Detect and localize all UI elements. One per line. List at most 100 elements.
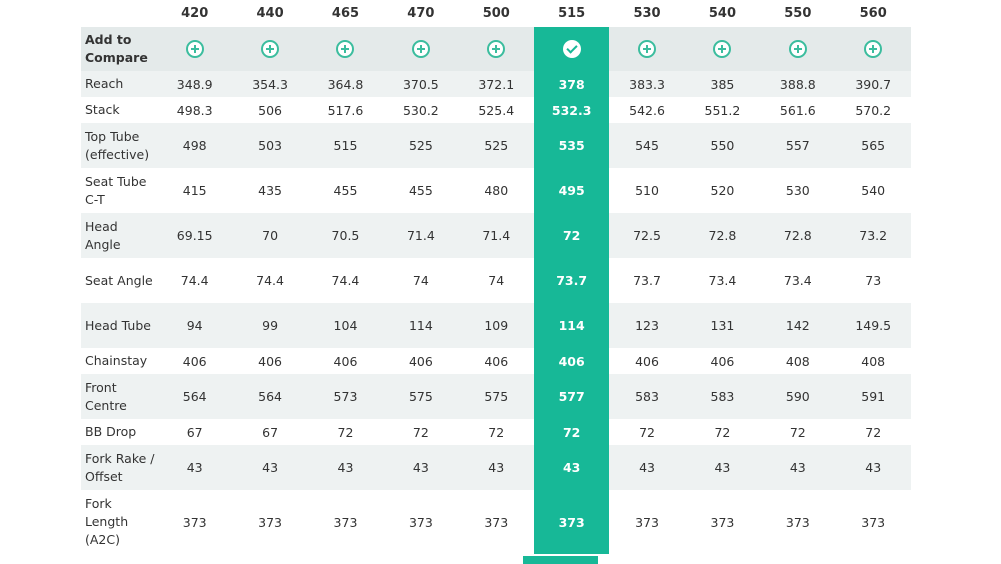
value-cell: 99: [232, 303, 308, 348]
value-cell: 71.4: [458, 213, 534, 258]
table-row: Head Tube 94 99 104 114 109 114 123 131 142 149.5: [81, 303, 911, 348]
value-cell-selected: 535: [533, 123, 610, 168]
value-cell: 570.2: [835, 97, 911, 123]
table-row: Seat Angle 74.4 74.4 74.4 74 74 73.7 73.7 73.4 73…: [81, 258, 911, 303]
value-cell: 551.2: [684, 97, 761, 123]
size-header-row: 420 440 465 470 500 515 530 540 550 560: [81, 0, 911, 27]
size-header-selected: 515: [533, 0, 610, 27]
value-cell-selected: 43: [533, 445, 610, 490]
size-header: 500: [458, 0, 534, 27]
value-cell: 43: [307, 445, 384, 490]
value-cell: 43: [684, 445, 761, 490]
value-cell: 564: [232, 374, 308, 419]
plus-circle-icon[interactable]: [864, 40, 883, 58]
value-cell: 406: [157, 348, 233, 374]
value-cell: 72: [760, 419, 836, 445]
plus-circle-icon[interactable]: [185, 40, 204, 58]
plus-circle-icon[interactable]: [487, 40, 506, 58]
value-cell: 72: [684, 419, 761, 445]
table-row: Top Tube (effective) 498 503 515 525 525 535 54…: [81, 123, 911, 168]
value-cell: 542.6: [609, 97, 685, 123]
check-circle-icon[interactable]: [562, 40, 581, 58]
value-cell-selected: 406: [533, 348, 610, 374]
row-label: Reach: [81, 71, 157, 97]
compare-cell: [760, 27, 836, 71]
row-label: Seat Tube C-T: [81, 168, 157, 213]
value-cell: 43: [760, 445, 836, 490]
value-cell: 354.3: [232, 71, 308, 97]
value-cell: 43: [157, 445, 233, 490]
value-cell: 74: [458, 258, 534, 303]
value-cell: 406: [458, 348, 534, 374]
plus-circle-icon[interactable]: [411, 40, 430, 58]
value-cell: 525: [383, 123, 459, 168]
value-cell: 406: [383, 348, 459, 374]
value-cell: 373: [157, 490, 233, 554]
compare-row: Add to Compare: [81, 27, 911, 71]
selected-column-extension: [523, 556, 598, 564]
value-cell: 545: [609, 123, 685, 168]
size-header: 465: [307, 0, 384, 27]
value-cell: 517.6: [307, 97, 384, 123]
row-label: BB Drop: [81, 419, 157, 445]
value-cell: 72.8: [684, 213, 761, 258]
value-cell: 114: [383, 303, 459, 348]
size-header: 550: [760, 0, 836, 27]
size-header: 420: [157, 0, 233, 27]
value-cell-selected: 577: [533, 374, 610, 419]
value-cell: 72: [609, 419, 685, 445]
value-cell: 575: [383, 374, 459, 419]
header-corner: [81, 0, 157, 27]
value-cell: 94: [157, 303, 233, 348]
value-cell: 408: [835, 348, 911, 374]
compare-cell: [383, 27, 459, 71]
value-cell: 74: [383, 258, 459, 303]
value-cell: 67: [232, 419, 308, 445]
table-row: Front Centre 564 564 573 575 575 577 583 583 590 5…: [81, 374, 911, 419]
value-cell: 73.4: [760, 258, 836, 303]
table-row: Stack 498.3 506 517.6 530.2 525.4 532.3 542.6 55…: [81, 97, 911, 123]
value-cell: 525.4: [458, 97, 534, 123]
row-label: Fork Length (A2C): [81, 490, 157, 554]
value-cell: 72: [383, 419, 459, 445]
compare-cell: [232, 27, 308, 71]
value-cell: 372.1: [458, 71, 534, 97]
value-cell: 73.7: [609, 258, 685, 303]
value-cell: 540: [835, 168, 911, 213]
table-row: Reach 348.9 354.3 364.8 370.5 372.1 378 383.3 38…: [81, 71, 911, 97]
value-cell: 520: [684, 168, 761, 213]
value-cell: 373: [684, 490, 761, 554]
plus-circle-icon[interactable]: [788, 40, 807, 58]
value-cell: 373: [609, 490, 685, 554]
value-cell: 72: [458, 419, 534, 445]
value-cell: 74.4: [157, 258, 233, 303]
value-cell: 406: [609, 348, 685, 374]
value-cell-selected: 114: [533, 303, 610, 348]
row-label: Stack: [81, 97, 157, 123]
value-cell: 70: [232, 213, 308, 258]
plus-circle-icon[interactable]: [261, 40, 280, 58]
compare-label: Add to Compare: [81, 27, 157, 71]
plus-circle-icon[interactable]: [713, 40, 732, 58]
size-header: 560: [835, 0, 911, 27]
value-cell: 43: [609, 445, 685, 490]
value-cell: 72.5: [609, 213, 685, 258]
value-cell: 498: [157, 123, 233, 168]
plus-circle-icon[interactable]: [638, 40, 657, 58]
value-cell: 530.2: [383, 97, 459, 123]
value-cell: 74.4: [307, 258, 384, 303]
value-cell: 406: [232, 348, 308, 374]
value-cell-selected: 72: [533, 213, 610, 258]
value-cell: 43: [835, 445, 911, 490]
value-cell: 455: [307, 168, 384, 213]
geometry-body: Add to Compare Reach 348.9 354.3 364.8 370.5…: [81, 27, 911, 554]
size-header: 470: [383, 0, 459, 27]
value-cell: 388.8: [760, 71, 836, 97]
value-cell: 415: [157, 168, 233, 213]
plus-circle-icon[interactable]: [336, 40, 355, 58]
value-cell: 373: [232, 490, 308, 554]
value-cell: 480: [458, 168, 534, 213]
value-cell: 373: [458, 490, 534, 554]
value-cell: 73: [835, 258, 911, 303]
value-cell: 564: [157, 374, 233, 419]
